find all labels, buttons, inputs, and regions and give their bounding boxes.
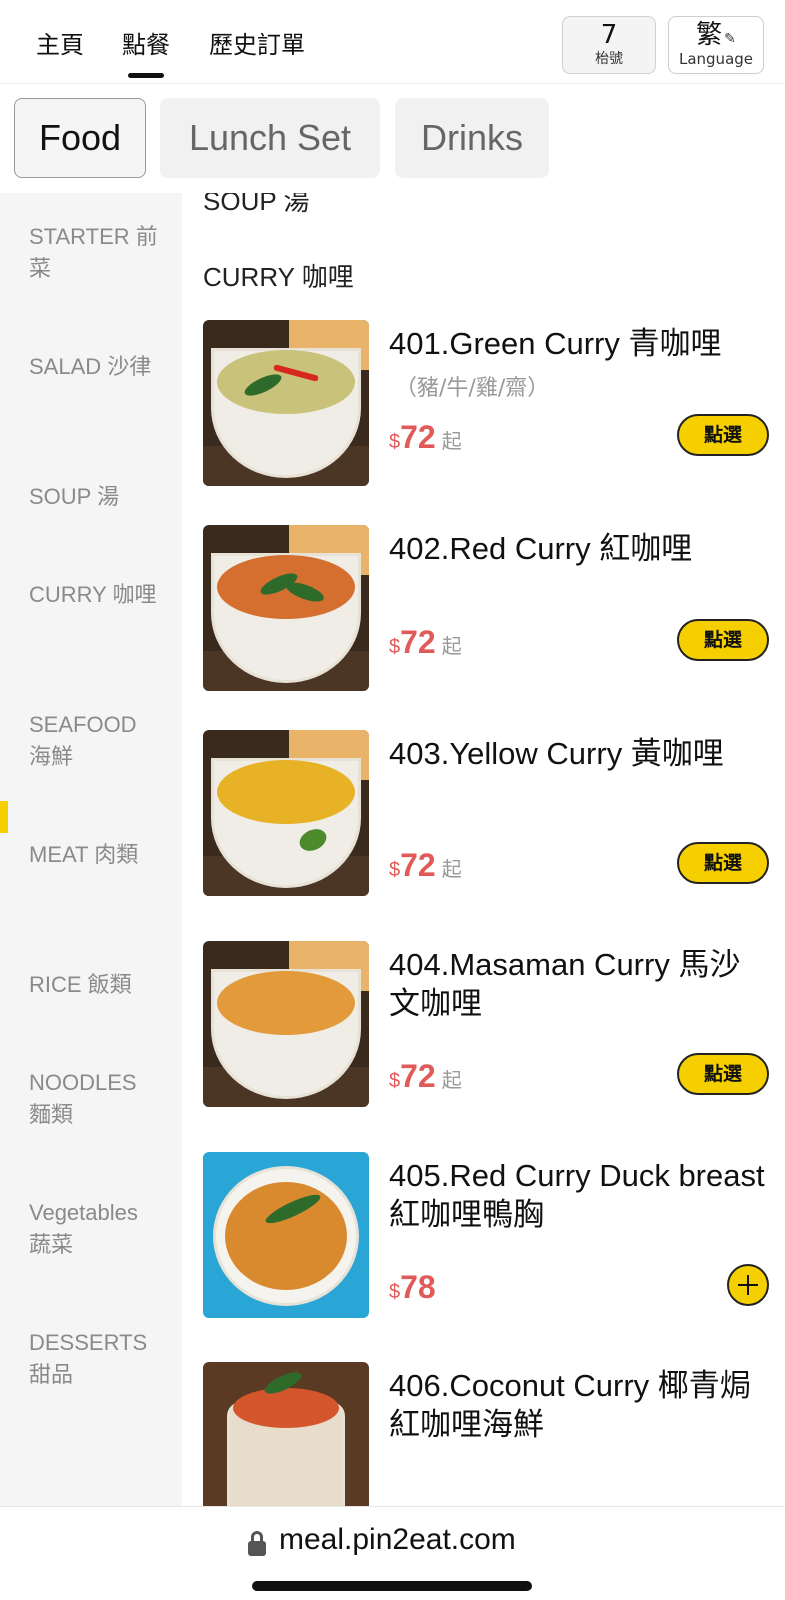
dish-name: 402.Red Curry 紅咖哩 <box>389 531 693 566</box>
tab-lunch-set[interactable]: Lunch Set <box>160 98 380 178</box>
dish-name: 404.Masaman Curry 馬沙文咖哩 <box>389 947 741 1021</box>
section-heading-soup: SOUP 湯 <box>203 193 310 216</box>
top-nav: 主頁 點餐 歷史訂單 7 枱號 繁 ✎ Language <box>0 0 785 84</box>
sidebar-item-meat[interactable]: MEAT 肉類 <box>29 839 159 871</box>
sidebar-item-curry[interactable]: CURRY 咖哩 <box>29 579 159 611</box>
dish-item[interactable]: 404.Masaman Curry 馬沙文咖哩 $72 起 點選 <box>203 941 769 1115</box>
select-button[interactable]: 點選 <box>677 842 769 884</box>
dish-name: 401.Green Curry 青咖哩 <box>389 326 722 361</box>
dish-image <box>203 1362 369 1506</box>
dish-item[interactable]: 405.Red Curry Duck breast 紅咖哩鴨胸 $78 <box>203 1152 769 1326</box>
dish-name: 406.Coconut Curry 椰青焗紅咖哩海鮮 <box>389 1368 751 1442</box>
browser-url-bar[interactable]: meal.pin2eat.com <box>0 1506 785 1600</box>
dish-price: $72 起 <box>389 1058 462 1094</box>
dish-item[interactable]: 402.Red Curry 紅咖哩 $72 起 點選 <box>203 525 769 695</box>
table-number-button[interactable]: 7 枱號 <box>562 16 656 74</box>
dish-item[interactable]: 403.Yellow Curry 黃咖哩 $72 起 點選 <box>203 730 769 904</box>
active-category-indicator <box>0 801 8 833</box>
category-sidebar: STARTER 前菜 SALAD 沙律 SOUP 湯 CURRY 咖哩 SEAF… <box>0 193 182 1506</box>
select-button[interactable]: 點選 <box>677 1053 769 1095</box>
language-button[interactable]: 繁 ✎ Language <box>668 16 764 74</box>
section-heading-curry: CURRY 咖哩 <box>203 262 354 292</box>
sidebar-item-vegetables[interactable]: Vegetables 蔬菜 <box>29 1197 159 1261</box>
sidebar-item-salad[interactable]: SALAD 沙律 <box>29 351 159 383</box>
language-char: 繁 <box>696 20 723 50</box>
dish-price: $72 起 <box>389 847 462 883</box>
dish-image <box>203 1152 369 1318</box>
dish-item[interactable]: 401.Green Curry 青咖哩 （豬/牛/雞/齋） $72 起 點選 <box>203 320 769 490</box>
pencil-icon: ✎ <box>724 31 736 47</box>
menu-tabs: Food Lunch Set Drinks <box>0 85 785 193</box>
home-indicator[interactable] <box>252 1581 532 1591</box>
dish-price: $72 起 <box>389 624 462 660</box>
dish-image <box>203 320 369 486</box>
dish-image <box>203 941 369 1107</box>
dish-price: $72 起 <box>389 419 462 455</box>
select-button[interactable]: 點選 <box>677 414 769 456</box>
dish-name: 405.Red Curry Duck breast 紅咖哩鴨胸 <box>389 1158 765 1232</box>
table-label: 枱號 <box>595 51 623 67</box>
dish-name: 403.Yellow Curry 黃咖哩 <box>389 736 724 771</box>
sidebar-item-desserts[interactable]: DESSERTS 甜品 <box>29 1327 159 1391</box>
sidebar-item-starter[interactable]: STARTER 前菜 <box>29 221 159 285</box>
dish-image <box>203 525 369 691</box>
select-button[interactable]: 點選 <box>677 619 769 661</box>
dish-options: （豬/牛/雞/齋） <box>395 376 550 401</box>
nav-history[interactable]: 歷史訂單 <box>209 28 305 62</box>
sidebar-item-soup[interactable]: SOUP 湯 <box>29 481 159 513</box>
sidebar-item-seafood[interactable]: SEAFOOD 海鮮 <box>29 709 159 773</box>
sidebar-item-rice[interactable]: RICE 飯類 <box>29 969 159 1001</box>
tab-drinks[interactable]: Drinks <box>395 98 549 178</box>
nav-order[interactable]: 點餐 <box>122 28 170 62</box>
add-button[interactable] <box>727 1264 769 1306</box>
sidebar-item-noodles[interactable]: NOODLES 麵類 <box>29 1067 159 1131</box>
table-number: 7 <box>600 20 618 50</box>
dish-list: SOUP 湯 CURRY 咖哩 401.Green Curry 青咖哩 （豬/牛… <box>182 193 785 1506</box>
language-label: Language <box>678 50 754 68</box>
tab-food[interactable]: Food <box>14 98 146 178</box>
nav-home[interactable]: 主頁 <box>36 28 84 62</box>
dish-item[interactable]: 406.Coconut Curry 椰青焗紅咖哩海鮮 <box>203 1362 769 1506</box>
dish-price: $78 <box>389 1269 436 1305</box>
dish-image <box>203 730 369 896</box>
lock-icon <box>248 1531 266 1557</box>
url-text: meal.pin2eat.com <box>279 1523 516 1556</box>
